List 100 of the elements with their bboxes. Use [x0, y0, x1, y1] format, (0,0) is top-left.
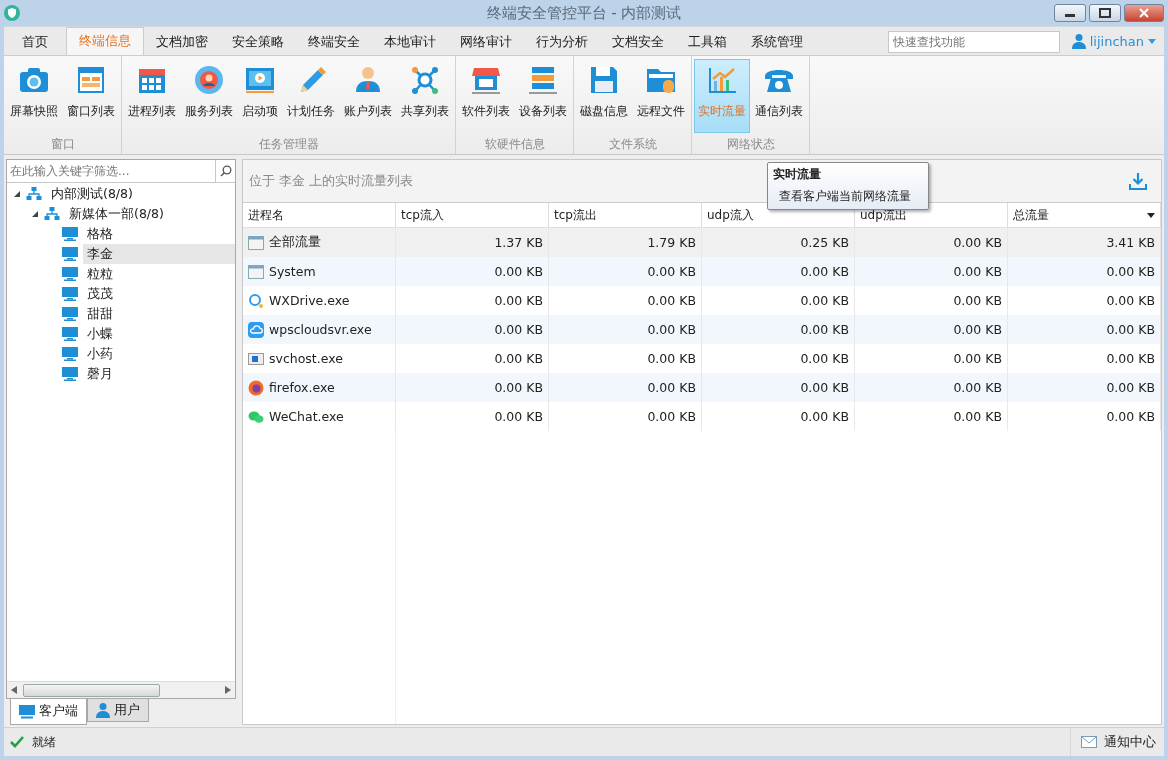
menu-tab[interactable]: 首页 — [4, 29, 66, 55]
table-cell: 0.00 KB — [549, 402, 702, 431]
monitor-icon — [62, 247, 78, 261]
table-cell: 0.00 KB — [702, 373, 855, 402]
menu-tab[interactable]: 系统管理 — [739, 29, 815, 55]
table-cell: 0.00 KB — [855, 315, 1008, 344]
ribbon-button[interactable]: 设备列表 — [515, 59, 571, 133]
menu-tab[interactable]: 终端安全 — [296, 29, 372, 55]
group-label: 文件系统 — [607, 136, 658, 153]
monitor-icon — [19, 704, 35, 719]
maximize-button[interactable] — [1089, 4, 1121, 22]
table-cell: WeChat.exe — [243, 402, 396, 431]
ribbon-button[interactable]: 通信列表 — [751, 59, 807, 133]
org-chart-icon — [44, 207, 60, 221]
notification-center-button[interactable]: 通知中心 — [1070, 728, 1164, 756]
ribbon-button[interactable]: 账户列表 — [340, 59, 396, 133]
table-cell: wpscloudsvr.exe — [243, 315, 396, 344]
download-icon[interactable] — [1129, 172, 1147, 190]
column-header[interactable]: tcp流入 — [396, 203, 549, 227]
menu-tab[interactable]: 网络审计 — [448, 29, 524, 55]
search-field[interactable]: 快速查找功能 — [887, 31, 1060, 53]
tree-item[interactable]: 磬月 — [83, 364, 235, 384]
menu-tab[interactable]: 文档安全 — [600, 29, 676, 55]
panel-tab[interactable]: 用户 — [87, 699, 149, 722]
tree-item[interactable]: 茂茂 — [83, 284, 235, 304]
table-cell: 0.00 KB — [855, 373, 1008, 402]
tree-item[interactable]: 小药 — [83, 344, 235, 364]
ribbon-button[interactable]: 计划任务 — [283, 59, 339, 133]
list-caption: 位于 李金 上的实时流量列表 — [249, 172, 413, 190]
monitor-icon — [62, 327, 78, 341]
table-cell: 0.00 KB — [396, 373, 549, 402]
menu-tab[interactable]: 行为分析 — [524, 29, 600, 55]
menu-tab[interactable]: 文档加密 — [144, 29, 220, 55]
table-cell: 0.00 KB — [702, 402, 855, 431]
table-cell: System — [243, 257, 396, 286]
group-label: 软硬件信息 — [483, 136, 546, 153]
table-cell: 0.00 KB — [549, 315, 702, 344]
tree-item[interactable]: 格格 — [83, 224, 235, 244]
window-title: 终端安全管控平台 - 内部测试 — [486, 3, 682, 23]
person-icon — [96, 702, 110, 718]
window-icon — [248, 263, 264, 280]
monitor-icon — [62, 367, 78, 381]
table-cell: 0.00 KB — [702, 315, 855, 344]
monitor-icon — [62, 347, 78, 361]
ribbon-button[interactable]: 进程列表 — [124, 59, 180, 133]
horizontal-scrollbar[interactable] — [7, 681, 235, 698]
table-cell: 0.00 KB — [1008, 402, 1161, 431]
menu-tab[interactable]: 安全策略 — [220, 29, 296, 55]
tree-item[interactable]: 甜甜 — [83, 304, 235, 324]
group-label: 网络状态 — [725, 136, 776, 153]
tooltip-text: 查看客户端当前网络流量 — [778, 188, 912, 205]
table-cell: 0.00 KB — [702, 257, 855, 286]
tree-item[interactable]: 李金 — [83, 244, 235, 264]
ribbon-button[interactable]: 软件列表 — [458, 59, 514, 133]
menu-tab[interactable]: 本地审计 — [372, 29, 448, 55]
expand-arrow-icon[interactable] — [31, 210, 39, 218]
window-icon — [248, 234, 264, 251]
checkmark-icon — [10, 736, 24, 748]
scroll-right-arrow-icon[interactable] — [225, 686, 231, 694]
table-cell: 0.00 KB — [549, 257, 702, 286]
close-button[interactable] — [1124, 4, 1164, 22]
ribbon-button[interactable]: 窗口列表 — [63, 59, 119, 133]
server-icon — [527, 64, 559, 96]
search-icon[interactable] — [220, 165, 232, 177]
scroll-left-arrow-icon[interactable] — [11, 686, 17, 694]
table-cell: 0.00 KB — [396, 402, 549, 431]
column-header[interactable]: tcp流出 — [549, 203, 702, 227]
panel-tab[interactable]: 客户端 — [10, 699, 87, 725]
ribbon-button[interactable]: 磁盘信息 — [576, 59, 632, 133]
floppy-icon — [588, 64, 620, 96]
shield-logo-icon — [4, 5, 20, 21]
ribbon-button[interactable]: 共享列表 — [397, 59, 453, 133]
ribbon-button[interactable]: 屏幕快照 — [6, 59, 62, 133]
tree-item[interactable]: 粒粒 — [83, 264, 235, 284]
table-cell: 0.00 KB — [549, 373, 702, 402]
column-header[interactable]: 进程名 — [243, 203, 396, 227]
table-cell: firefox.exe — [243, 373, 396, 402]
cloud-icon — [248, 321, 264, 338]
ribbon-button[interactable]: 服务列表 — [181, 59, 237, 133]
status-text: 就绪 — [32, 733, 56, 751]
ribbon-button[interactable]: 远程文件 — [633, 59, 689, 133]
table-cell: 0.00 KB — [1008, 257, 1161, 286]
expand-arrow-icon[interactable] — [13, 190, 21, 198]
minimize-button[interactable] — [1054, 4, 1086, 22]
tree-item[interactable]: 小蝶 — [83, 324, 235, 344]
tree-item[interactable]: 内部测试(8/8) — [47, 184, 235, 204]
tree-item[interactable]: 新媒体一部(8/8) — [65, 204, 235, 224]
network-icon — [409, 64, 441, 96]
group-label: 窗口 — [49, 136, 76, 153]
window-icon — [75, 64, 107, 96]
menu-tab[interactable]: 工具箱 — [676, 29, 739, 55]
ribbon-button[interactable]: 启动项 — [238, 59, 282, 133]
dropdown-caret-icon[interactable] — [1147, 213, 1155, 218]
monitor-icon — [62, 267, 78, 281]
monitor-icon — [62, 287, 78, 301]
close-icon — [1139, 8, 1149, 18]
table-cell: 0.00 KB — [396, 257, 549, 286]
table-cell: 0.00 KB — [855, 402, 1008, 431]
table-cell: 0.00 KB — [1008, 373, 1161, 402]
envelope-icon — [1081, 736, 1097, 748]
